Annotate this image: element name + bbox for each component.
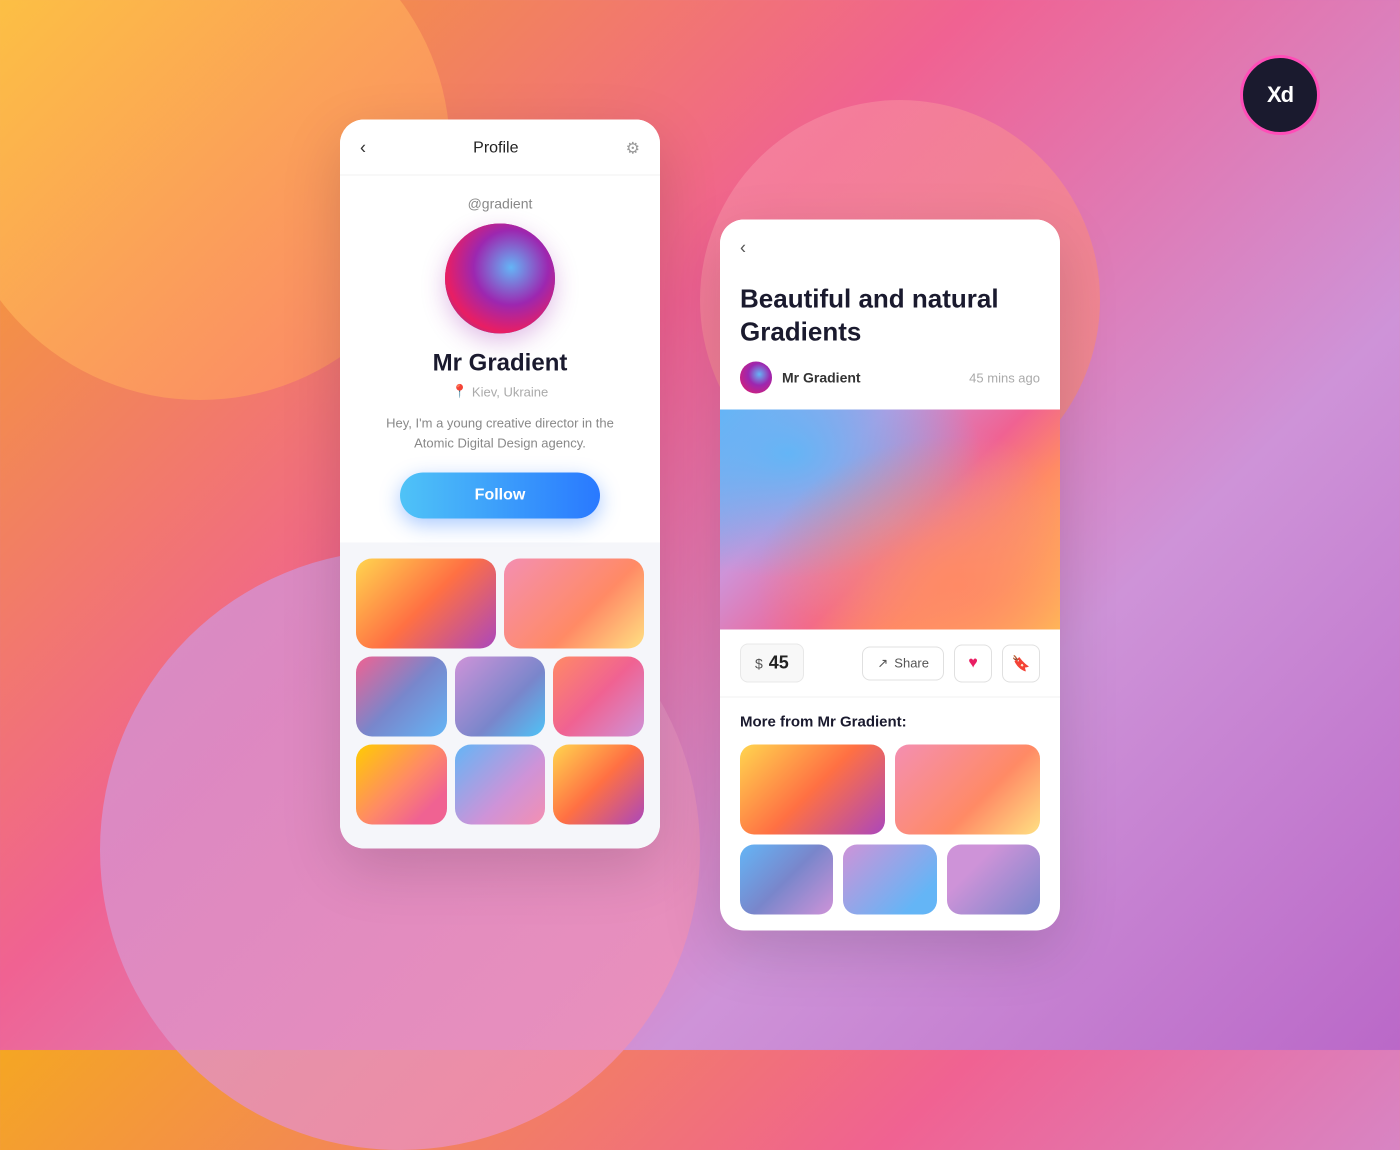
grid-item-2[interactable] [504, 559, 644, 649]
grid-item-3[interactable] [356, 657, 447, 737]
more-grid-row-2 [740, 845, 1040, 915]
gradient-hero-image [720, 410, 1060, 630]
more-item-3[interactable] [740, 845, 833, 915]
more-item-2[interactable] [895, 745, 1040, 835]
share-label: Share [894, 656, 929, 671]
more-item-1[interactable] [740, 745, 885, 835]
bookmark-icon: 🔖 [1012, 654, 1031, 672]
username-label: @gradient [468, 196, 533, 212]
author-info: Mr Gradient [740, 362, 861, 394]
profile-grid-section [340, 543, 660, 849]
grid-row-1 [356, 559, 644, 649]
grid-item-4[interactable] [455, 657, 546, 737]
bio-text: Hey, I'm a young creative director in th… [360, 414, 640, 453]
display-name: Mr Gradient [433, 350, 568, 378]
detail-back-button[interactable]: ‹ [740, 238, 746, 259]
grid-item-5[interactable] [553, 657, 644, 737]
location-text: Kiev, Ukraine [472, 384, 548, 399]
detail-title: Beautiful and natural Gradients [740, 283, 1040, 348]
time-ago: 45 mins ago [969, 370, 1040, 385]
more-item-5[interactable] [947, 845, 1040, 915]
location-pin-icon: 📍 [452, 384, 468, 400]
profile-title: Profile [473, 139, 518, 157]
grid-row-3 [356, 745, 644, 825]
location: 📍 Kiev, Ukraine [452, 384, 549, 400]
more-from-title: More from Mr Gradient: [740, 714, 1040, 731]
gear-icon[interactable]: ⚙ [626, 138, 640, 158]
heart-icon: ♥ [968, 654, 978, 672]
grid-row-2 [356, 657, 644, 737]
xd-badge: Xd [1240, 55, 1320, 135]
share-button[interactable]: ↗ Share [862, 646, 944, 680]
follow-button[interactable]: Follow [400, 473, 600, 519]
profile-body: @gradient Mr Gradient 📍 Kiev, Ukraine He… [340, 176, 660, 543]
grid-item-8[interactable] [553, 745, 644, 825]
xd-badge-label: Xd [1267, 82, 1293, 108]
profile-card-header: ‹ Profile ⚙ [340, 120, 660, 176]
currency-symbol: $ [755, 655, 763, 671]
grid-item-6[interactable] [356, 745, 447, 825]
grid-item-1[interactable] [356, 559, 496, 649]
detail-actions: $ 45 ↗ Share ♥ 🔖 [720, 630, 1060, 698]
like-button[interactable]: ♥ [954, 644, 992, 682]
detail-title-section: Beautiful and natural Gradients Mr Gradi… [720, 275, 1060, 410]
more-item-4[interactable] [843, 845, 936, 915]
price-tag: $ 45 [740, 644, 804, 683]
detail-card-header: ‹ [720, 220, 1060, 275]
grid-item-7[interactable] [455, 745, 546, 825]
share-icon: ↗ [877, 655, 888, 671]
phones-container: ‹ Profile ⚙ @gradient Mr Gradient 📍 Kiev… [340, 120, 1060, 931]
price-value: 45 [769, 653, 789, 674]
profile-card: ‹ Profile ⚙ @gradient Mr Gradient 📍 Kiev… [340, 120, 660, 849]
avatar [445, 224, 555, 334]
detail-author-row: Mr Gradient 45 mins ago [740, 362, 1040, 394]
detail-card: ‹ Beautiful and natural Gradients Mr Gra… [720, 220, 1060, 931]
author-name: Mr Gradient [782, 370, 861, 386]
bookmark-button[interactable]: 🔖 [1002, 644, 1040, 682]
profile-back-button[interactable]: ‹ [360, 138, 366, 159]
avatar-gradient [445, 224, 555, 334]
more-grid-row-1 [740, 745, 1040, 835]
action-buttons: ↗ Share ♥ 🔖 [862, 644, 1040, 682]
author-avatar [740, 362, 772, 394]
more-section: More from Mr Gradient: [720, 698, 1060, 931]
